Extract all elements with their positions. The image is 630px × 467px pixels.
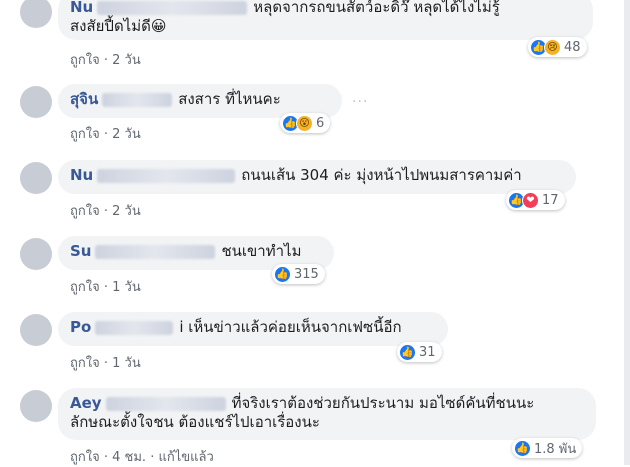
comment-author[interactable]: Aey	[70, 394, 102, 412]
avatar[interactable]	[20, 238, 52, 270]
avatar[interactable]	[20, 162, 52, 194]
reaction-summary[interactable]: 👍 😢 48	[528, 37, 587, 57]
reaction-count: 48	[564, 39, 581, 55]
reaction-count: 31	[419, 344, 436, 360]
timestamp[interactable]: 1 วัน	[112, 280, 141, 295]
reaction-count: 315	[294, 266, 319, 282]
comment-bubble: Po i เห็นข่าวแล้วค่อยเห็นจากเฟซนี้อีก	[58, 312, 448, 346]
timestamp[interactable]: 1 วัน	[112, 356, 141, 371]
reaction-summary[interactable]: 👍 1.8 พัน	[512, 438, 583, 458]
blurred-name	[95, 320, 174, 335]
like-link[interactable]: ถูกใจ	[70, 53, 100, 68]
like-link[interactable]: ถูกใจ	[70, 356, 100, 371]
reaction-summary[interactable]: 👍 315	[272, 264, 325, 284]
separator: ·	[99, 204, 113, 219]
comment-text-line2: ลักษณะตั้งใจชน ต้องแชร์ไปเอาเรื่องนะ	[70, 413, 320, 431]
comment-text: ถนนเส้น 304 ค่ะ มุ่งหน้าไปพนมสารคามค่า	[241, 166, 522, 184]
comment-author[interactable]: Po	[70, 318, 91, 336]
comment-text: หลุดจากรถขนสัตว์อะดิว๊ หลุดได้ไงไม่รู้	[253, 0, 500, 16]
comment-bubble: Nu หลุดจากรถขนสัตว์อะดิว๊ หลุดได้ไงไม่รู้…	[58, 0, 593, 40]
like-link[interactable]: ถูกใจ	[70, 127, 100, 142]
wow-icon: 😮	[296, 114, 313, 132]
reaction-count: 17	[542, 192, 559, 208]
separator: ·	[99, 53, 113, 68]
comment-author[interactable]: Nu	[70, 166, 93, 184]
reaction-summary[interactable]: 👍 31	[397, 342, 442, 362]
separator: ·	[99, 450, 113, 465]
comment-author[interactable]: Nu	[70, 0, 93, 16]
comment-text: ที่จริงเราต้องช่วยกันประนาม มอไซด์คันที่…	[231, 394, 535, 412]
comment-meta: ถูกใจ · 2 วัน	[70, 123, 141, 144]
timestamp[interactable]: 2 วัน	[112, 127, 141, 142]
comment-author[interactable]: สุจิน	[70, 90, 98, 108]
comment-text: สงสาร ที่ไหนคะ	[178, 90, 281, 108]
like-icon: 👍	[274, 265, 291, 283]
like-icon: 👍	[399, 343, 416, 361]
comment-meta: ถูกใจ · 1 วัน	[70, 352, 141, 373]
like-link[interactable]: ถูกใจ	[70, 280, 100, 295]
reaction-summary[interactable]: 👍 😮 6	[280, 113, 331, 133]
separator: ·	[99, 127, 113, 142]
more-options-icon[interactable]: ···	[352, 94, 368, 110]
timestamp[interactable]: 2 วัน	[112, 53, 141, 68]
scrollbar-track[interactable]	[624, 0, 630, 465]
blurred-name	[95, 244, 216, 259]
comment-bubble: Aey ที่จริงเราต้องช่วยกันประนาม มอไซด์คัน…	[58, 388, 596, 440]
reaction-count: 1.8 พัน	[534, 441, 577, 457]
sad-icon: 😢	[544, 38, 561, 56]
blurred-name	[102, 92, 173, 107]
blurred-name	[105, 396, 226, 411]
avatar[interactable]	[20, 86, 52, 118]
like-link[interactable]: ถูกใจ	[70, 204, 100, 219]
edited-label[interactable]: แก้ไขแล้ว	[158, 450, 213, 465]
separator: ·	[99, 356, 113, 371]
like-link[interactable]: ถูกใจ	[70, 450, 100, 465]
blurred-name	[97, 168, 236, 183]
avatar[interactable]	[20, 390, 52, 422]
love-icon: ❤	[522, 191, 539, 209]
timestamp[interactable]: 4 ชม.	[112, 450, 146, 465]
comment-meta: ถูกใจ · 2 วัน	[70, 49, 141, 70]
comment-bubble: Nu ถนนเส้น 304 ค่ะ มุ่งหน้าไปพนมสารคามค่า	[58, 160, 576, 194]
reaction-count: 6	[316, 115, 325, 131]
reaction-summary[interactable]: 👍 ❤ 17	[506, 190, 565, 210]
comment-text-line2: สงสัยปี้ดไม่ดี😀	[70, 17, 167, 35]
comment-author[interactable]: Su	[70, 242, 91, 260]
avatar[interactable]	[20, 0, 52, 28]
separator: ·	[99, 280, 113, 295]
timestamp[interactable]: 2 วัน	[112, 204, 141, 219]
comment-text: ชนเขาทำไม	[221, 242, 302, 260]
comment-meta: ถูกใจ · 1 วัน	[70, 276, 141, 297]
comment-text: i เห็นข่าวแล้วค่อยเห็นจากเฟซนี้อีก	[179, 318, 402, 336]
avatar[interactable]	[20, 314, 52, 346]
like-icon: 👍	[514, 439, 531, 457]
comment-meta: ถูกใจ · 2 วัน	[70, 200, 141, 221]
comment-meta: ถูกใจ · 4 ชม. · แก้ไขแล้ว	[70, 446, 214, 467]
blurred-name	[97, 0, 248, 15]
separator: ·	[146, 450, 159, 465]
